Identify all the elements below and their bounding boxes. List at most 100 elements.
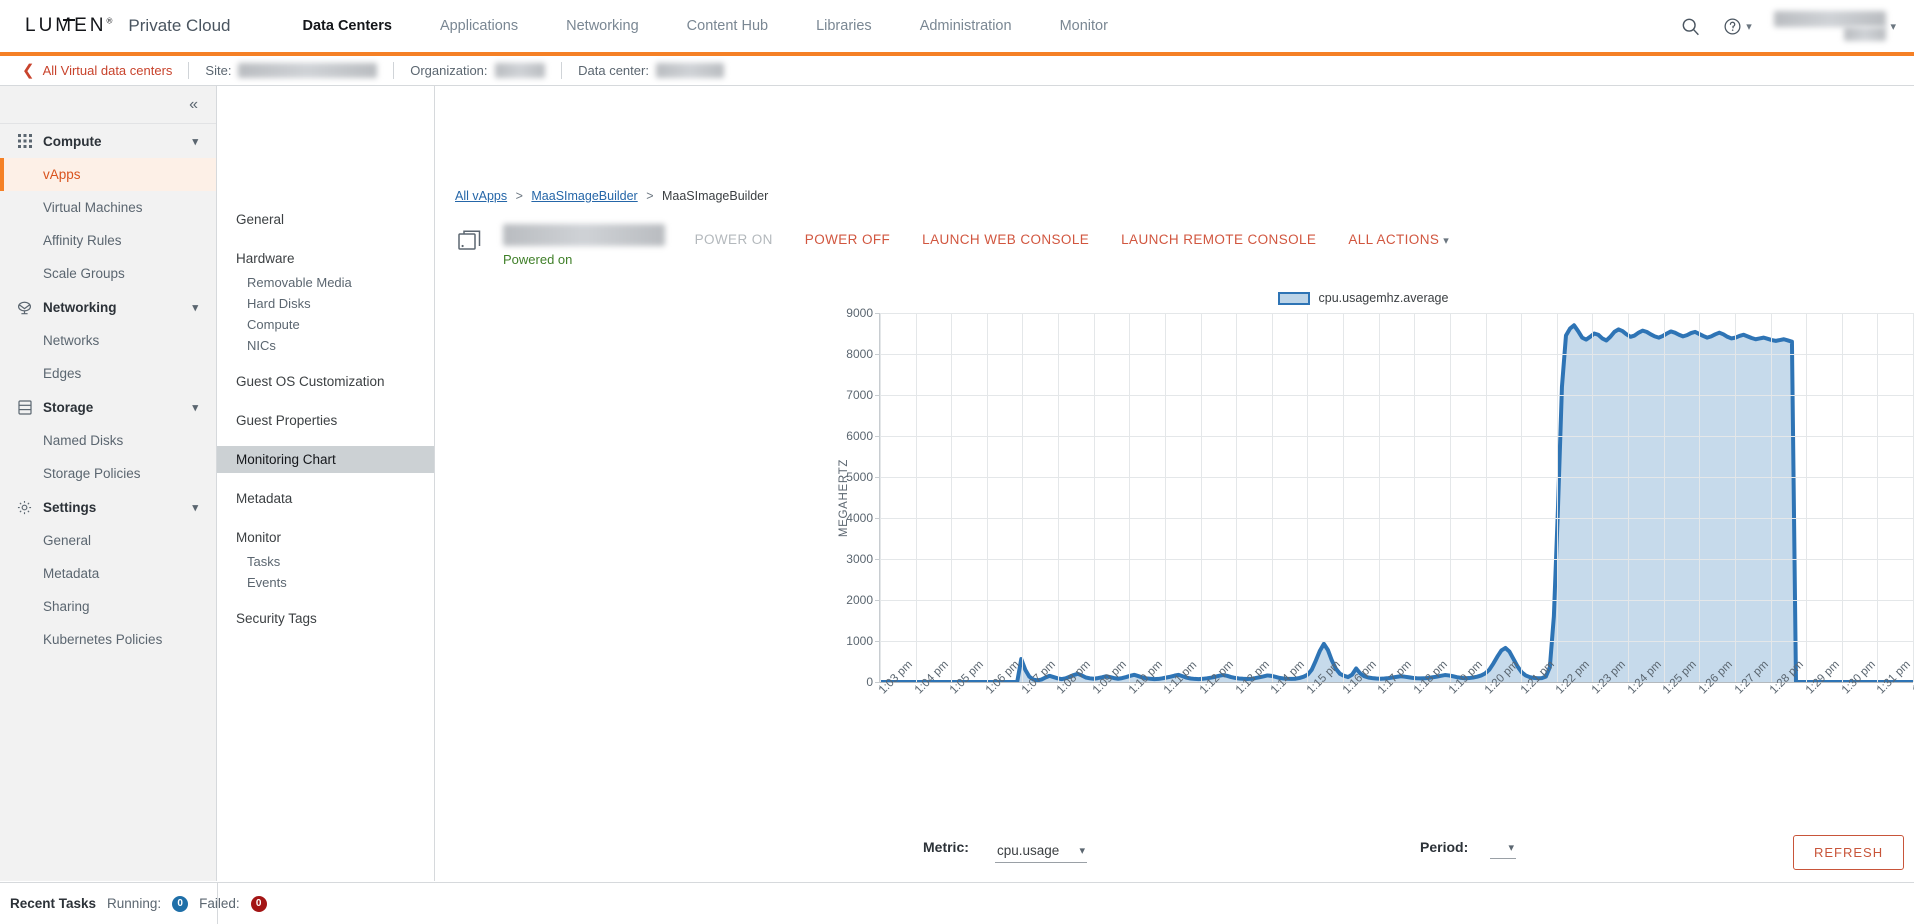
- detailnav-item-tasks[interactable]: Tasks: [217, 551, 434, 572]
- gridline-vertical: [987, 313, 988, 682]
- gear-icon: [17, 500, 32, 515]
- sidebar-item-storage-policies[interactable]: Storage Policies: [0, 457, 216, 490]
- sidebar-group-label: Compute: [43, 134, 102, 149]
- page-layout: « Compute▾vAppsVirtual MachinesAffinity …: [0, 86, 1914, 881]
- y-axis-tick-3000: 3000: [846, 552, 873, 566]
- detailnav-item-general[interactable]: General: [217, 206, 434, 233]
- sidebar-item-sharing[interactable]: Sharing: [0, 590, 216, 623]
- period-dropdown[interactable]: ▾: [1490, 839, 1516, 859]
- sidebar-group-networking[interactable]: Networking ▾: [0, 290, 216, 324]
- sidebar-item-networks[interactable]: Networks: [0, 324, 216, 357]
- sidebar-group-label: Storage: [43, 400, 93, 415]
- sidebar-item-edges[interactable]: Edges: [0, 357, 216, 390]
- chevron-down-icon: ▾: [1508, 841, 1514, 854]
- action-launch-remote-console[interactable]: LAUNCH REMOTE CONSOLE: [1105, 232, 1332, 247]
- site-label: Site:: [205, 63, 231, 78]
- chart-plot: 0100020003000400050006000700080009000: [879, 313, 1913, 683]
- detailnav-item-guest-properties[interactable]: Guest Properties: [217, 407, 434, 434]
- sidebar-item-metadata[interactable]: Metadata: [0, 557, 216, 590]
- detailnav-item-security-tags[interactable]: Security Tags: [217, 605, 434, 632]
- mainnav-item-libraries[interactable]: Libraries: [792, 0, 896, 52]
- brand-trademark: ®: [107, 17, 113, 26]
- action-power-off[interactable]: POWER OFF: [789, 232, 906, 247]
- detailnav-item-events[interactable]: Events: [217, 572, 434, 593]
- chevron-down-icon: ▾: [192, 501, 198, 514]
- sidebar-group-settings[interactable]: Settings▾: [0, 490, 216, 524]
- sidebar-item-kubernetes-policies[interactable]: Kubernetes Policies: [0, 623, 216, 656]
- help-chevron-down-icon: ▾: [1746, 20, 1752, 33]
- top-bar-right: ▾ Heather Humphries redacted ▾: [1680, 0, 1896, 52]
- detailnav-item-compute[interactable]: Compute: [217, 314, 434, 335]
- detail-navigation: General HardwareRemovable MediaHard Disks…: [217, 86, 435, 881]
- chevron-down-icon: ▾: [1443, 235, 1449, 247]
- chart-series-path: [880, 313, 1913, 682]
- gridline-vertical: [1771, 313, 1772, 682]
- mainnav-item-administration[interactable]: Administration: [896, 0, 1036, 52]
- detailnav-item-hardware[interactable]: Hardware: [217, 245, 434, 272]
- gridline-vertical: [1272, 313, 1273, 682]
- mainnav-item-monitor[interactable]: Monitor: [1036, 0, 1132, 52]
- help-icon[interactable]: ▾: [1723, 17, 1752, 36]
- main-content: All vApps > MaaSImageBuilder > MaaSImage…: [435, 86, 1914, 881]
- sidebar-group-compute[interactable]: Compute▾: [0, 124, 216, 158]
- top-bar: LUMEN® Private Cloud Data CentersApplica…: [0, 0, 1914, 52]
- organization-value: redacted: [495, 63, 546, 78]
- search-icon[interactable]: [1680, 16, 1701, 37]
- gridline-vertical: [1094, 313, 1095, 682]
- breadcrumb-all-vapps[interactable]: All vApps: [455, 189, 507, 203]
- sidebar-group-storage[interactable]: Storage▾: [0, 390, 216, 424]
- running-label: Running:: [107, 896, 161, 911]
- gridline-vertical: [1058, 313, 1059, 682]
- brand-logo[interactable]: LUMEN® Private Cloud: [0, 15, 230, 37]
- gridline-vertical: [1486, 313, 1487, 682]
- gridline-horizontal: [880, 477, 1913, 478]
- gridline-vertical: [1165, 313, 1166, 682]
- detailnav-item-metadata[interactable]: Metadata: [217, 485, 434, 512]
- mainnav-item-data-centers[interactable]: Data Centers: [278, 0, 415, 52]
- detailnav-item-nics[interactable]: NICs: [217, 335, 434, 356]
- page-title: MaaSImageBuilder: [503, 224, 665, 246]
- storage-icon: [17, 400, 32, 415]
- y-axis-tick-4000: 4000: [846, 511, 873, 525]
- user-menu[interactable]: Heather Humphries redacted ▾: [1774, 11, 1896, 41]
- detailnav-item-monitoring-chart[interactable]: Monitoring Chart: [217, 446, 434, 473]
- detailnav-item-monitor[interactable]: Monitor: [217, 524, 434, 551]
- sidebar-item-vapps[interactable]: vApps: [0, 158, 216, 191]
- mainnav-item-content-hub[interactable]: Content Hub: [663, 0, 792, 52]
- gridline-vertical: [1877, 313, 1878, 682]
- refresh-button[interactable]: REFRESH: [1793, 835, 1904, 870]
- breadcrumb-parent-vapp[interactable]: MaaSImageBuilder: [531, 189, 637, 203]
- sidebar-item-named-disks[interactable]: Named Disks: [0, 424, 216, 457]
- chart-area: MEGAHERTZ 010002000300040005000600070008…: [813, 313, 1913, 683]
- gridline-vertical: [1592, 313, 1593, 682]
- sidebar-group-label: Networking: [43, 300, 117, 315]
- sidebar-collapse-row: «: [0, 86, 216, 124]
- detailnav-item-removable-media[interactable]: Removable Media: [217, 272, 434, 293]
- action-all-actions[interactable]: ALL ACTIONS▾: [1332, 232, 1465, 247]
- mainnav-item-applications[interactable]: Applications: [416, 0, 542, 52]
- left-sidebar: « Compute▾vAppsVirtual MachinesAffinity …: [0, 86, 217, 881]
- sidebar-item-scale-groups[interactable]: Scale Groups: [0, 257, 216, 290]
- gridline-horizontal: [880, 436, 1913, 437]
- network-icon: [17, 300, 32, 315]
- main-navigation: Data CentersApplicationsNetworkingConten…: [278, 0, 1131, 52]
- metric-dropdown[interactable]: cpu.usage ▾: [995, 841, 1087, 863]
- detailnav-item-guest-os-customization[interactable]: Guest OS Customization: [217, 368, 434, 395]
- sidebar-item-virtual-machines[interactable]: Virtual Machines: [0, 191, 216, 224]
- action-launch-web-console[interactable]: LAUNCH WEB CONSOLE: [906, 232, 1105, 247]
- grid-icon: [17, 134, 32, 149]
- sidebar-item-general[interactable]: General: [0, 524, 216, 557]
- back-to-all-vdcs-link[interactable]: ❮ All Virtual data centers: [0, 63, 172, 78]
- detailnav-item-hard-disks[interactable]: Hard Disks: [217, 293, 434, 314]
- metric-label: Metric:: [923, 839, 969, 855]
- chevron-down-icon: ▾: [192, 301, 198, 314]
- mainnav-item-networking[interactable]: Networking: [542, 0, 663, 52]
- recent-tasks-title[interactable]: Recent Tasks: [10, 896, 96, 911]
- action-label: POWER OFF: [805, 232, 890, 247]
- gridline-vertical: [1842, 313, 1843, 682]
- sidebar-item-affinity-rules[interactable]: Affinity Rules: [0, 224, 216, 257]
- y-axis-tick-8000: 8000: [846, 347, 873, 361]
- gridline-vertical: [916, 313, 917, 682]
- gridline-vertical: [1129, 313, 1130, 682]
- collapse-sidebar-icon[interactable]: «: [189, 97, 198, 113]
